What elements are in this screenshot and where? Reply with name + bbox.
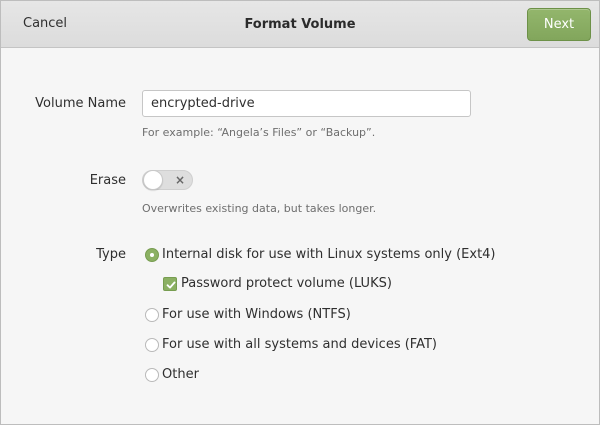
radio-label-fat: For use with all systems and devices (FA… (162, 337, 437, 352)
radio-button[interactable] (145, 308, 159, 322)
header-bar: Cancel Format Volume Next (1, 1, 599, 48)
volume-name-label: Volume Name (35, 96, 126, 111)
next-button[interactable]: Next (527, 8, 591, 41)
type-label: Type (96, 247, 126, 262)
format-volume-dialog: Cancel Format Volume Next Volume Name Fo… (0, 0, 600, 425)
radio-button[interactable] (145, 368, 159, 382)
cancel-button[interactable]: Cancel (7, 8, 83, 40)
erase-switch[interactable]: × (142, 170, 193, 190)
volume-name-hint: For example: “Angela’s Files” or “Backup… (142, 126, 376, 139)
radio-label-other: Other (162, 367, 199, 382)
checkmark-icon (166, 281, 176, 289)
radio-label-ext4: Internal disk for use with Linux systems… (162, 247, 496, 262)
erase-label: Erase (89, 173, 126, 188)
close-icon: × (174, 173, 185, 187)
radio-button-checked[interactable] (145, 248, 159, 262)
checkbox-checked[interactable] (163, 277, 177, 291)
radio-label-ntfs: For use with Windows (NTFS) (162, 307, 351, 322)
password-protect-label: Password protect volume (LUKS) (181, 276, 392, 291)
radio-button[interactable] (145, 338, 159, 352)
erase-hint: Overwrites existing data, but takes long… (142, 202, 377, 215)
switch-knob (143, 170, 163, 190)
dialog-title: Format Volume (244, 17, 356, 32)
volume-name-input[interactable] (142, 90, 471, 117)
